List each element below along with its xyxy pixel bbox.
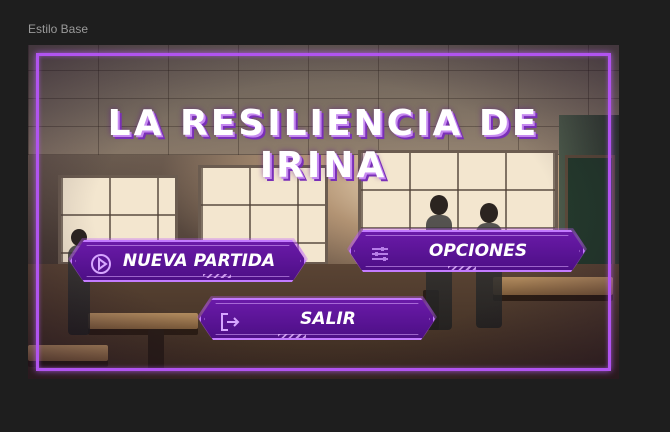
title-line-1: LA RESILIENCIA DE [107,103,540,144]
button-stripes [448,266,476,270]
button-stripes [203,274,231,278]
game-title: LA RESILIENCIA DE IRINA [28,103,619,187]
new-game-label: NUEVA PARTIDA [122,251,276,271]
title-line-2: IRINA [259,145,388,186]
options-label: OPCIONES [428,241,528,261]
frame-label: Estilo Base [28,22,89,36]
sliders-icon [369,243,389,263]
game-menu-frame: LA RESILIENCIA DE IRINA NUEVA PARTIDA OP… [28,45,619,379]
play-circle-icon [90,253,110,273]
button-stripes [278,334,306,338]
exit-label: SALIR [300,309,356,329]
new-game-button[interactable]: NUEVA PARTIDA [70,240,306,282]
exit-button[interactable]: SALIR [199,298,435,340]
exit-door-icon [219,311,239,331]
